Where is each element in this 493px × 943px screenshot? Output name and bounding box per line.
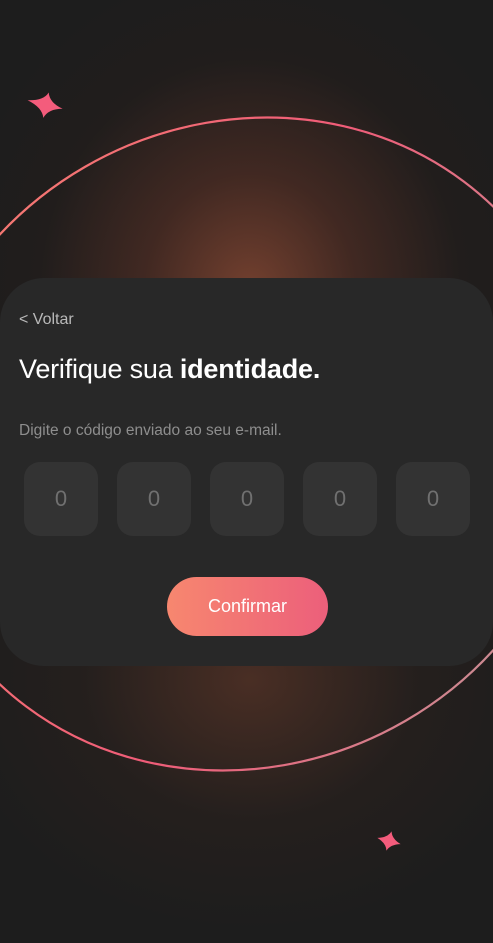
back-link[interactable]: < Voltar [19,311,74,329]
code-digit-5[interactable] [396,462,470,536]
title-bold: identidade. [179,354,321,384]
code-digit-1[interactable] [24,462,98,536]
sparkle-icon [377,831,401,851]
sparkle-icon [27,92,63,118]
code-digit-2[interactable] [117,462,191,536]
title-regular: Verifique sua [19,354,180,384]
code-digit-4[interactable] [303,462,377,536]
confirm-button[interactable]: Confirmar [167,577,328,636]
code-digit-3[interactable] [210,462,284,536]
page-title: Verifique sua identidade. [19,354,320,385]
instruction-text: Digite o código enviado ao seu e-mail. [19,422,282,439]
